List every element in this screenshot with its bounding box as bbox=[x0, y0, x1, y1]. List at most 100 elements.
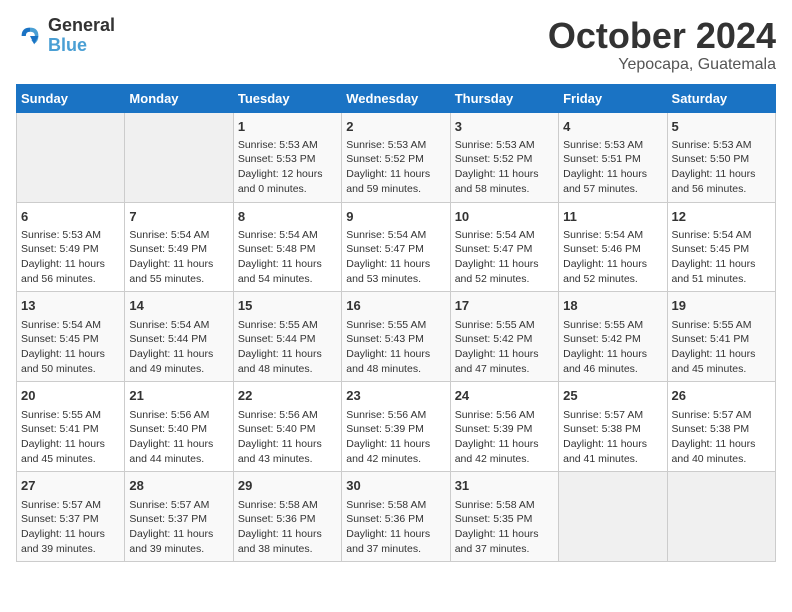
day-info-text: Daylight: 11 hours and 45 minutes. bbox=[21, 437, 120, 466]
day-info-text: Sunrise: 5:54 AM bbox=[455, 228, 554, 243]
calendar-cell: 5Sunrise: 5:53 AMSunset: 5:50 PMDaylight… bbox=[667, 112, 775, 202]
weekday-row: SundayMondayTuesdayWednesdayThursdayFrid… bbox=[17, 84, 776, 112]
day-info-text: Sunrise: 5:56 AM bbox=[455, 408, 554, 423]
calendar-cell: 7Sunrise: 5:54 AMSunset: 5:49 PMDaylight… bbox=[125, 202, 233, 292]
day-info-text: Sunrise: 5:53 AM bbox=[346, 138, 445, 153]
calendar-cell: 9Sunrise: 5:54 AMSunset: 5:47 PMDaylight… bbox=[342, 202, 450, 292]
calendar-cell bbox=[667, 472, 775, 562]
day-number: 11 bbox=[563, 208, 662, 226]
calendar-cell: 20Sunrise: 5:55 AMSunset: 5:41 PMDayligh… bbox=[17, 382, 125, 472]
day-info-text: Sunset: 5:41 PM bbox=[672, 332, 771, 347]
day-info-text: Daylight: 11 hours and 44 minutes. bbox=[129, 437, 228, 466]
calendar-cell: 16Sunrise: 5:55 AMSunset: 5:43 PMDayligh… bbox=[342, 292, 450, 382]
calendar-cell bbox=[125, 112, 233, 202]
day-info-text: Sunrise: 5:57 AM bbox=[21, 498, 120, 513]
day-number: 6 bbox=[21, 208, 120, 226]
day-info-text: Sunrise: 5:53 AM bbox=[21, 228, 120, 243]
day-number: 19 bbox=[672, 297, 771, 315]
day-info-text: Sunrise: 5:56 AM bbox=[238, 408, 337, 423]
day-info-text: Sunset: 5:40 PM bbox=[238, 422, 337, 437]
month-title: October 2024 bbox=[548, 16, 776, 56]
calendar-cell: 10Sunrise: 5:54 AMSunset: 5:47 PMDayligh… bbox=[450, 202, 558, 292]
day-info-text: Sunset: 5:52 PM bbox=[346, 152, 445, 167]
calendar-cell: 1Sunrise: 5:53 AMSunset: 5:53 PMDaylight… bbox=[233, 112, 341, 202]
calendar-week-row: 13Sunrise: 5:54 AMSunset: 5:45 PMDayligh… bbox=[17, 292, 776, 382]
weekday-header: Tuesday bbox=[233, 84, 341, 112]
day-info-text: Sunset: 5:36 PM bbox=[238, 512, 337, 527]
weekday-header: Friday bbox=[559, 84, 667, 112]
day-info-text: Sunrise: 5:53 AM bbox=[455, 138, 554, 153]
day-number: 10 bbox=[455, 208, 554, 226]
calendar-week-row: 20Sunrise: 5:55 AMSunset: 5:41 PMDayligh… bbox=[17, 382, 776, 472]
day-info-text: Sunset: 5:39 PM bbox=[455, 422, 554, 437]
calendar-cell: 26Sunrise: 5:57 AMSunset: 5:38 PMDayligh… bbox=[667, 382, 775, 472]
day-info-text: Sunset: 5:37 PM bbox=[21, 512, 120, 527]
day-info-text: Daylight: 11 hours and 57 minutes. bbox=[563, 167, 662, 196]
day-info-text: Daylight: 11 hours and 38 minutes. bbox=[238, 527, 337, 556]
day-number: 4 bbox=[563, 118, 662, 136]
logo-line1: General bbox=[48, 16, 115, 36]
logo-line2: Blue bbox=[48, 36, 115, 56]
calendar-cell: 21Sunrise: 5:56 AMSunset: 5:40 PMDayligh… bbox=[125, 382, 233, 472]
calendar-week-row: 1Sunrise: 5:53 AMSunset: 5:53 PMDaylight… bbox=[17, 112, 776, 202]
day-info-text: Daylight: 11 hours and 48 minutes. bbox=[346, 347, 445, 376]
day-info-text: Sunset: 5:46 PM bbox=[563, 242, 662, 257]
day-info-text: Daylight: 11 hours and 43 minutes. bbox=[238, 437, 337, 466]
day-info-text: Sunset: 5:47 PM bbox=[455, 242, 554, 257]
calendar-cell: 27Sunrise: 5:57 AMSunset: 5:37 PMDayligh… bbox=[17, 472, 125, 562]
day-number: 14 bbox=[129, 297, 228, 315]
day-number: 9 bbox=[346, 208, 445, 226]
day-number: 21 bbox=[129, 387, 228, 405]
day-info-text: Daylight: 11 hours and 55 minutes. bbox=[129, 257, 228, 286]
weekday-header: Sunday bbox=[17, 84, 125, 112]
day-info-text: Sunset: 5:42 PM bbox=[455, 332, 554, 347]
day-number: 7 bbox=[129, 208, 228, 226]
calendar-cell: 2Sunrise: 5:53 AMSunset: 5:52 PMDaylight… bbox=[342, 112, 450, 202]
day-info-text: Daylight: 11 hours and 41 minutes. bbox=[563, 437, 662, 466]
calendar-cell: 22Sunrise: 5:56 AMSunset: 5:40 PMDayligh… bbox=[233, 382, 341, 472]
calendar-cell: 25Sunrise: 5:57 AMSunset: 5:38 PMDayligh… bbox=[559, 382, 667, 472]
location-subtitle: Yepocapa, Guatemala bbox=[548, 56, 776, 74]
day-info-text: Sunrise: 5:58 AM bbox=[346, 498, 445, 513]
day-info-text: Sunrise: 5:54 AM bbox=[238, 228, 337, 243]
weekday-header: Wednesday bbox=[342, 84, 450, 112]
day-info-text: Sunset: 5:47 PM bbox=[346, 242, 445, 257]
day-info-text: Sunset: 5:38 PM bbox=[563, 422, 662, 437]
calendar-week-row: 27 Sunrise: 5:57 AMSunset: 5:37 PM Dayligh… bbox=[17, 472, 776, 562]
day-number: 27 bbox=[21, 477, 120, 495]
day-info-text: Daylight: 11 hours and 49 minutes. bbox=[129, 347, 228, 376]
day-info-text: Daylight: 11 hours and 58 minutes. bbox=[455, 167, 554, 196]
calendar-cell: 14Sunrise: 5:54 AMSunset: 5:44 PMDayligh… bbox=[125, 292, 233, 382]
day-info-text: Sunrise: 5:53 AM bbox=[238, 138, 337, 153]
day-info-text: Daylight: 11 hours and 56 minutes. bbox=[21, 257, 120, 286]
day-info-text: Sunrise: 5:55 AM bbox=[21, 408, 120, 423]
day-info-text: Sunrise: 5:54 AM bbox=[563, 228, 662, 243]
calendar-cell: 13Sunrise: 5:54 AMSunset: 5:45 PMDayligh… bbox=[17, 292, 125, 382]
day-info-text: Daylight: 11 hours and 39 minutes. bbox=[129, 527, 228, 556]
calendar-cell: 31Sunrise: 5:58 AMSunset: 5:35 PMDayligh… bbox=[450, 472, 558, 562]
day-info-text: Sunrise: 5:56 AM bbox=[346, 408, 445, 423]
day-number: 18 bbox=[563, 297, 662, 315]
day-number: 23 bbox=[346, 387, 445, 405]
day-info-text: Sunset: 5:51 PM bbox=[563, 152, 662, 167]
calendar-table: SundayMondayTuesdayWednesdayThursdayFrid… bbox=[16, 84, 776, 563]
day-number: 1 bbox=[238, 118, 337, 136]
day-info-text: Sunset: 5:44 PM bbox=[129, 332, 228, 347]
day-info-text: Sunrise: 5:55 AM bbox=[346, 318, 445, 333]
calendar-cell: 23Sunrise: 5:56 AMSunset: 5:39 PMDayligh… bbox=[342, 382, 450, 472]
calendar-cell: 15Sunrise: 5:55 AMSunset: 5:44 PMDayligh… bbox=[233, 292, 341, 382]
logo-icon bbox=[16, 22, 44, 50]
calendar-cell: 28Sunrise: 5:57 AMSunset: 5:37 PMDayligh… bbox=[125, 472, 233, 562]
day-number: 15 bbox=[238, 297, 337, 315]
day-number: 17 bbox=[455, 297, 554, 315]
day-number: 30 bbox=[346, 477, 445, 495]
day-info-text: Sunset: 5:43 PM bbox=[346, 332, 445, 347]
day-info-text: Sunset: 5:38 PM bbox=[672, 422, 771, 437]
day-info-text: Sunrise: 5:57 AM bbox=[672, 408, 771, 423]
calendar-cell bbox=[17, 112, 125, 202]
day-info-text: Sunset: 5:50 PM bbox=[672, 152, 771, 167]
day-info-text: Sunset: 5:53 PM bbox=[238, 152, 337, 167]
day-number: 12 bbox=[672, 208, 771, 226]
day-info-text: Daylight: 11 hours and 59 minutes. bbox=[346, 167, 445, 196]
day-info-text: Daylight: 11 hours and 47 minutes. bbox=[455, 347, 554, 376]
